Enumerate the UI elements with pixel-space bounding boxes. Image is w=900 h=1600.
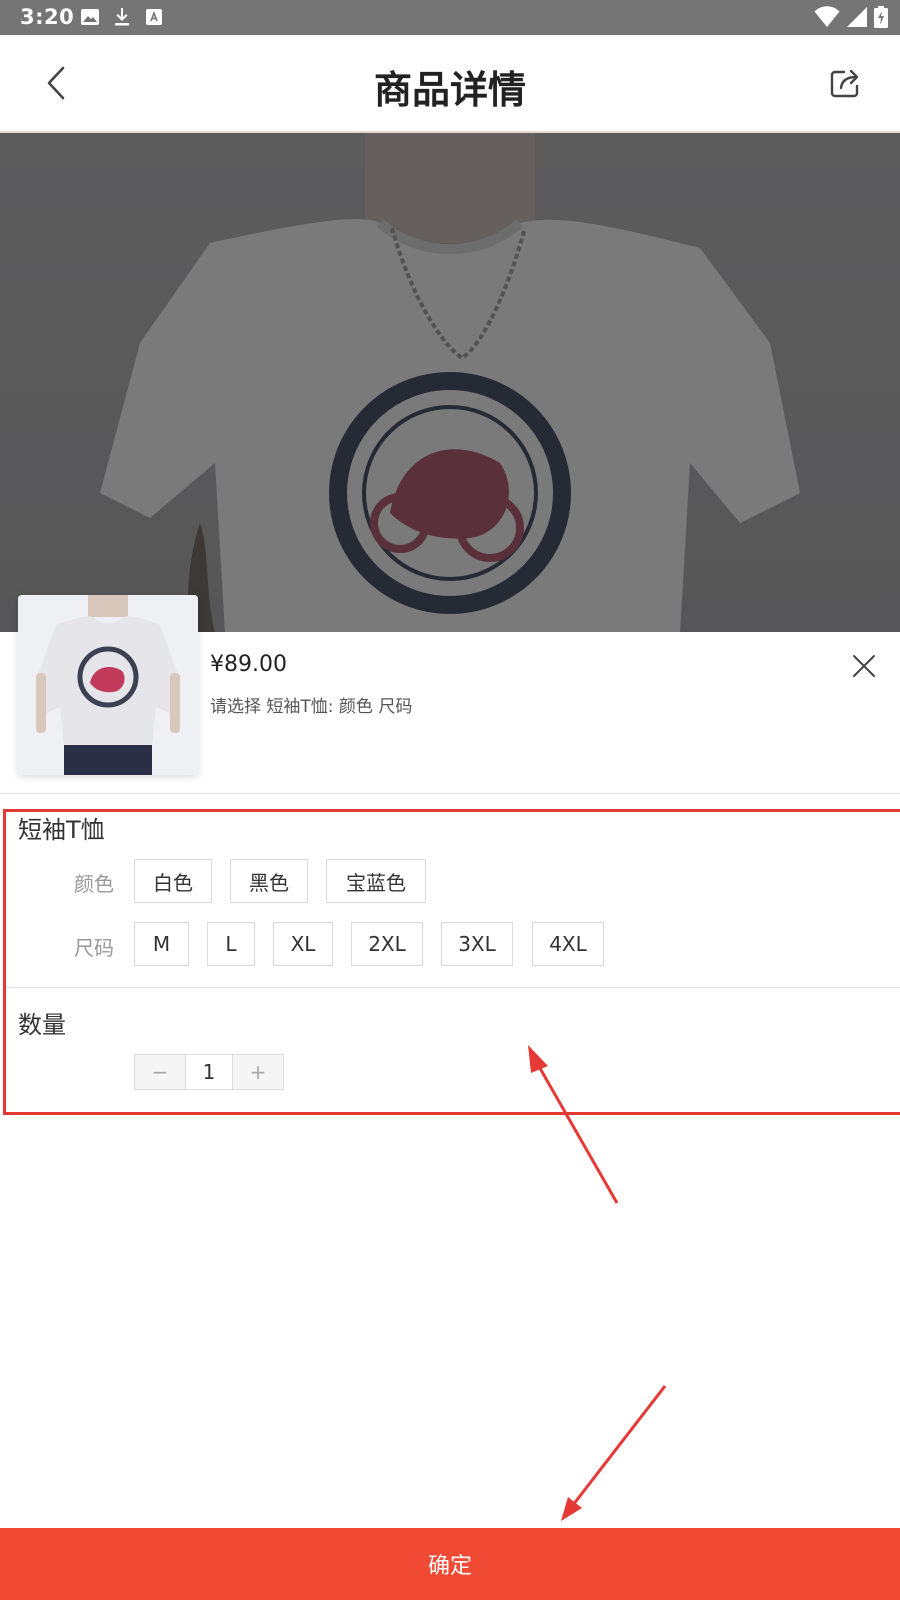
product-price: ¥89.00 [210, 652, 287, 677]
share-button[interactable] [826, 63, 866, 103]
color-label: 颜色 [74, 872, 114, 896]
color-option-white[interactable]: 白色 [134, 859, 212, 903]
confirm-button[interactable]: 确定 [0, 1528, 900, 1600]
size-option-l[interactable]: L [207, 922, 255, 966]
selection-hint: 请选择 短袖T恤: 颜色 尺码 [210, 697, 413, 717]
divider [0, 793, 900, 794]
page-title: 商品详情 [373, 68, 526, 112]
download-icon [112, 7, 132, 27]
quantity-value[interactable]: 1 [185, 1055, 233, 1089]
text-a-icon [144, 7, 164, 27]
status-notification-icons [80, 7, 164, 27]
share-icon [830, 69, 859, 98]
wifi-icon [814, 6, 840, 32]
increment-button[interactable]: + [233, 1055, 283, 1089]
color-option-black[interactable]: 黑色 [230, 859, 308, 903]
size-label: 尺码 [74, 936, 114, 960]
decrement-button[interactable]: − [135, 1055, 185, 1089]
close-button[interactable] [850, 652, 878, 680]
quantity-stepper: − 1 + [134, 1054, 284, 1090]
size-option-2xl[interactable]: 2XL [351, 922, 423, 966]
signal-icon [846, 6, 868, 32]
size-option-4xl[interactable]: 4XL [532, 922, 604, 966]
sku-selector-sheet [0, 632, 900, 1600]
size-option-m[interactable]: M [134, 922, 189, 966]
quantity-title: 数量 [18, 1011, 66, 1039]
color-option-royal-blue[interactable]: 宝蓝色 [326, 859, 426, 903]
status-system-icons [814, 6, 888, 32]
dim-overlay[interactable] [0, 133, 900, 633]
size-option-3xl[interactable]: 3XL [441, 922, 513, 966]
status-time: 3:20 [20, 5, 75, 29]
close-icon [853, 655, 875, 677]
spec-title: 短袖T恤 [18, 816, 105, 844]
product-thumbnail [18, 595, 198, 775]
divider [5, 987, 900, 988]
app-header: 商品详情 [0, 35, 900, 133]
status-bar: 3:20 [0, 0, 900, 35]
size-option-xl[interactable]: XL [273, 922, 333, 966]
image-icon [80, 7, 100, 27]
battery-charging-icon [874, 6, 888, 32]
